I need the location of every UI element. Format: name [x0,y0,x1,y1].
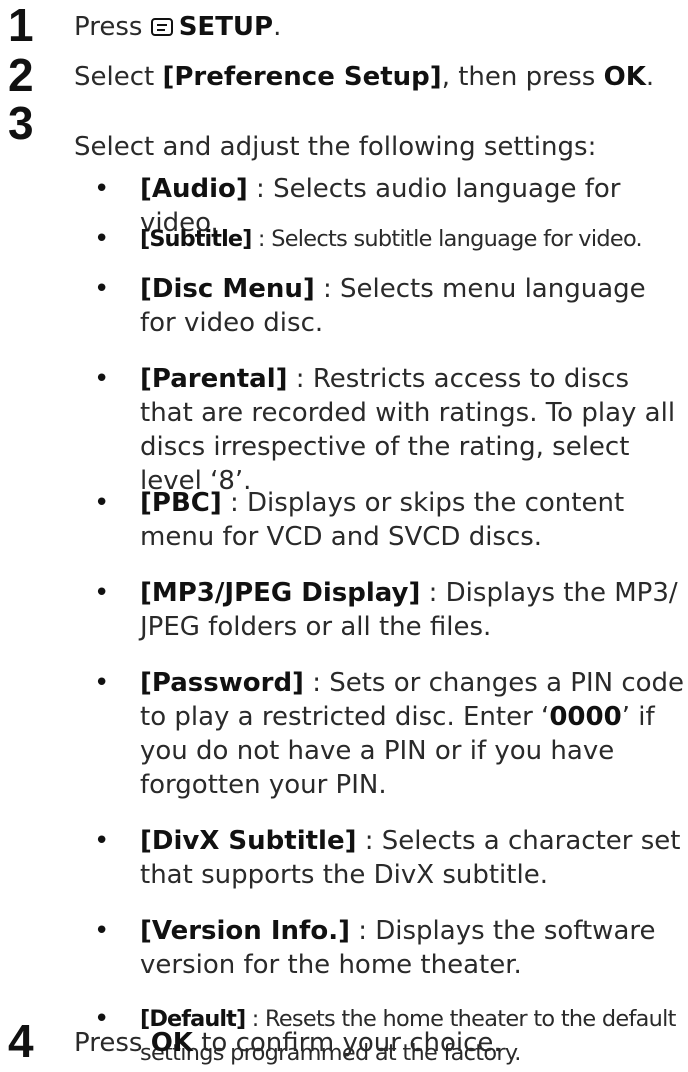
setting-label: [Audio] [140,174,248,204]
step-number: 3 [8,97,34,149]
step-number: 1 [8,0,34,51]
setting-description: [Subtitle] : Selects subtitle language f… [140,226,643,252]
step-text: Select [Preference Setup], then press OK… [74,62,655,92]
setting-description: [Password] : Sets or changes a PIN code … [140,668,685,800]
setting-description: [Disc Menu] : Selects menu language for … [140,274,646,338]
setting-label: [Password] [140,668,304,698]
step-text: Press OK to confirm your choice. [74,1028,502,1058]
setting-label: [DivX Subtitle] [140,826,357,856]
bullet: • [94,274,110,304]
bullet: • [94,364,110,394]
bullet: • [94,916,110,946]
step-text: Press SETUP. [74,12,282,42]
setting-label: [Disc Menu] [140,274,315,304]
setting-description: [MP3/JPEG Display] : Displays the MP3/ J… [140,578,678,642]
pin-code: 0000 [549,702,622,732]
setting-label: [MP3/JPEG Display] [140,578,421,608]
bullet: • [94,578,110,608]
setup-menu-icon [150,18,173,36]
bullet: • [94,826,110,856]
setting-label: [PBC] [140,488,222,518]
setting-description: [Parental] : Restricts access to discs t… [140,364,676,496]
manual-page: 1 Press SETUP. 2 Select [Preference Setu… [0,0,688,1072]
bullet: • [94,668,110,698]
bullet: • [94,174,110,204]
setting-label: [Subtitle] [140,226,252,252]
step-number: 2 [8,49,34,101]
setting-label: [Version Info.] [140,916,350,946]
setting-description: [Version Info.] : Displays the software … [140,916,656,980]
step-number: 4 [8,1015,34,1067]
bullet: • [94,488,110,518]
setting-description: [DivX Subtitle] : Selects a character se… [140,826,681,890]
setting-label: [Parental] [140,364,288,394]
step-text: Select and adjust the following settings… [74,132,597,162]
bullet: • [94,224,110,254]
setting-description: [PBC] : Displays or skips the content me… [140,488,625,552]
